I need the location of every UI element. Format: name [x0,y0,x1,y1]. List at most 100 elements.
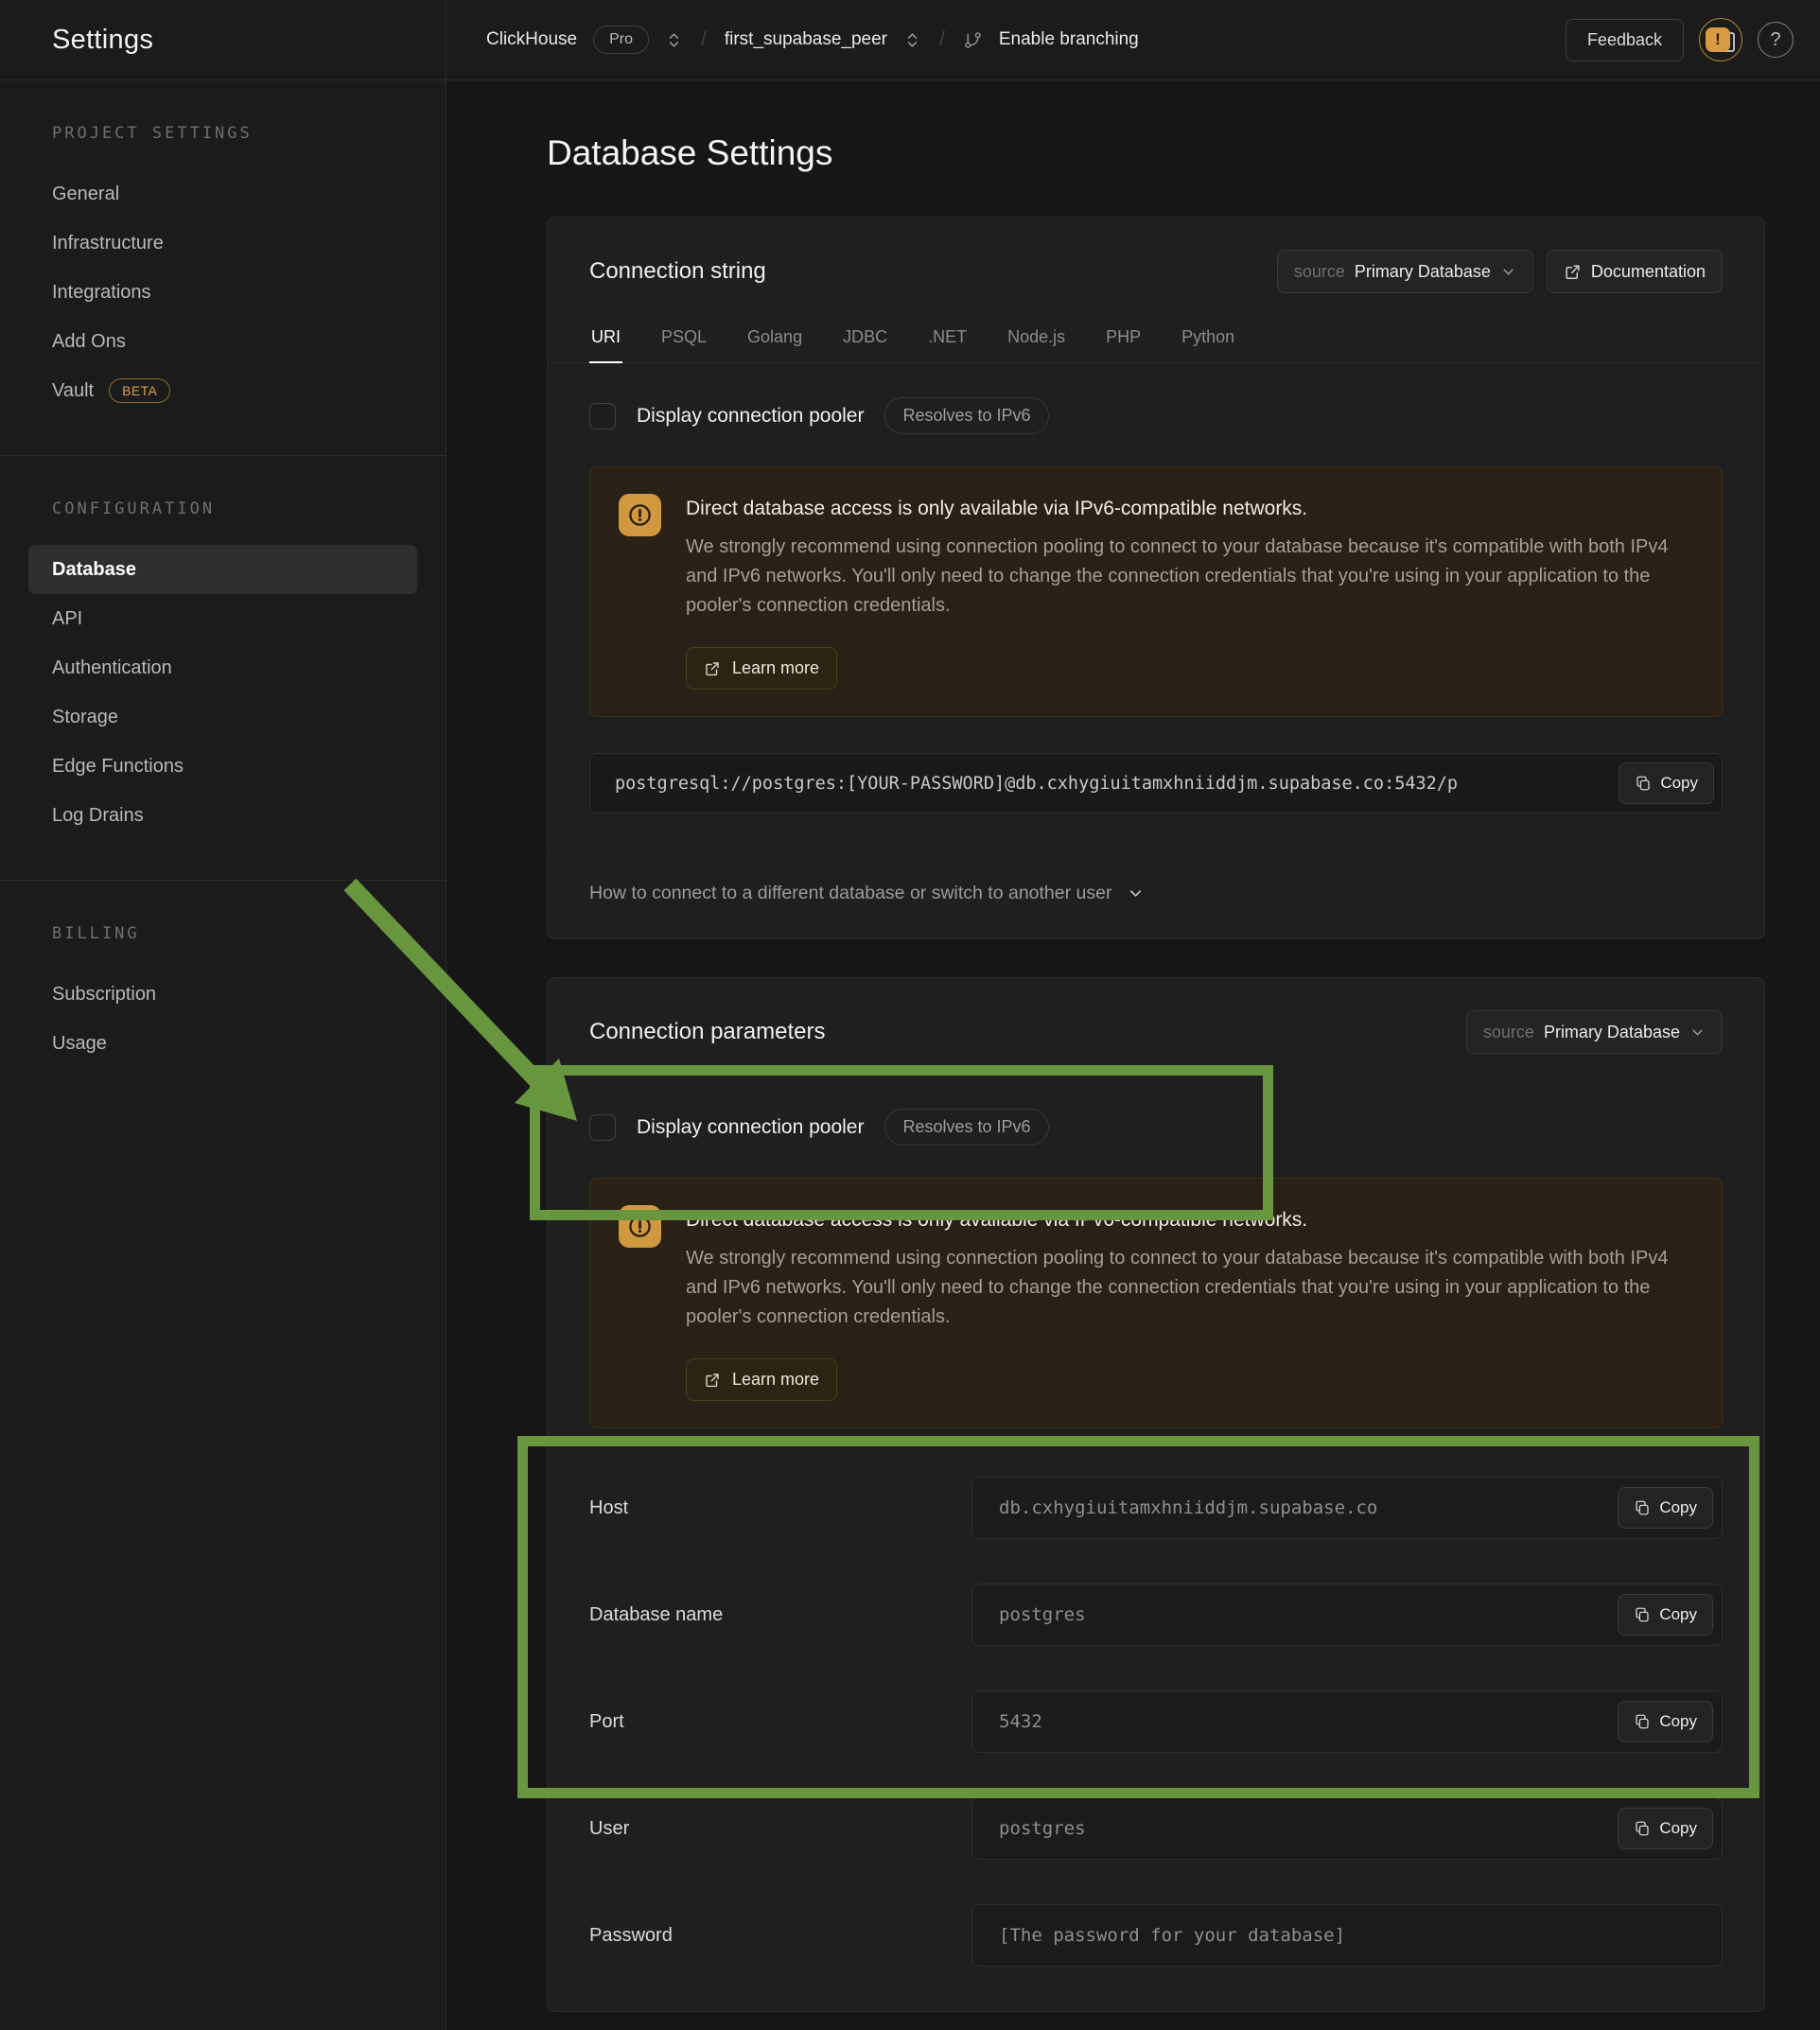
sidebar-item-log-drains[interactable]: Log Drains [28,791,417,840]
tab-node-js[interactable]: Node.js [1006,316,1067,362]
field-row-database-name: Database namepostgresCopy [589,1561,1723,1668]
connection-string-tabs: URI PSQL Golang JDBC .NET Node.js PHP Python [589,316,1723,362]
source-select-label: source [1294,262,1345,282]
breadcrumb-project[interactable]: first_supabase_peer [725,29,887,50]
copy-host-button[interactable]: Copy [1618,1487,1713,1529]
user-input[interactable]: postgresCopy [971,1797,1723,1860]
project-switcher-chevrons-icon[interactable] [903,31,921,49]
sidebar-item-storage[interactable]: Storage [28,692,417,742]
external-link-icon [704,660,721,677]
display-connection-pooler-checkbox[interactable] [589,403,616,429]
tab-python[interactable]: Python [1180,316,1236,362]
copy-label: Copy [1659,1819,1697,1838]
field-row-host: Hostdb.cxhygiuitamxhniiddjm.supabase.coC… [589,1455,1723,1561]
external-link-icon [704,1372,721,1389]
notifications-button[interactable]: ! [1699,18,1742,61]
copy-port-button[interactable]: Copy [1618,1701,1713,1742]
external-link-icon [1564,263,1582,281]
sidebar-section-title: BILLING [52,924,417,943]
org-switcher-chevrons-icon[interactable] [665,31,683,49]
field-value: 5432 [999,1711,1042,1732]
learn-more-button[interactable]: Learn more [686,647,837,690]
connection-string-value: postgresql://postgres:[YOUR-PASSWORD]@db… [615,774,1458,794]
port-input[interactable]: 5432 Copy [971,1690,1723,1753]
sidebar-item-label: Log Drains [52,805,144,827]
sidebar-section-project-settings: PROJECT SETTINGSGeneralInfrastructureInt… [0,80,446,455]
help-button[interactable]: ? [1758,22,1794,58]
chevron-down-icon [1689,1024,1706,1041]
connection-parameter-fields: Hostdb.cxhygiuitamxhniiddjm.supabase.coC… [589,1455,1723,2011]
source-select-label: source [1483,1023,1534,1042]
tab-jdbc[interactable]: JDBC [841,316,889,362]
sidebar: PROJECT SETTINGSGeneralInfrastructureInt… [0,80,446,2030]
sidebar-item-label: Authentication [52,657,172,679]
ipv6-warning-callout: Direct database access is only available… [589,1178,1723,1428]
password-input[interactable]: [The password for your database] [971,1904,1723,1967]
sidebar-item-label: Storage [52,707,118,728]
field-value: [The password for your database] [999,1925,1345,1946]
copy-connection-string-button[interactable]: Copy [1619,762,1714,804]
sidebar-item-label: General [52,184,119,205]
sidebar-item-api[interactable]: API [28,594,417,643]
copy-icon [1634,1820,1651,1837]
settings-header: Settings [0,0,446,79]
warning-badge-icon: ! [1706,27,1730,52]
sidebar-item-general[interactable]: General [28,169,417,219]
connect-help-expander[interactable]: How to connect to a different database o… [548,853,1764,938]
tab-php[interactable]: PHP [1104,316,1143,362]
connection-string-value-box[interactable]: postgresql://postgres:[YOUR-PASSWORD]@db… [589,753,1723,814]
resolves-to-ipv6-badge: Resolves to IPv6 [884,397,1048,434]
host-input[interactable]: db.cxhygiuitamxhniiddjm.supabase.co Copy [971,1477,1723,1539]
chevron-down-icon [1500,264,1516,280]
enable-branching-button[interactable]: Enable branching [999,29,1139,50]
sidebar-item-add-ons[interactable]: Add Ons [28,317,417,366]
database-name-input[interactable]: postgresCopy [971,1584,1723,1646]
display-connection-pooler-checkbox[interactable] [589,1114,616,1141]
copy-label: Copy [1660,774,1698,793]
resolves-to-ipv6-badge: Resolves to IPv6 [884,1109,1048,1146]
source-select-value: Primary Database [1544,1023,1680,1042]
sidebar-item-label: API [52,608,82,630]
breadcrumb-org[interactable]: ClickHouse [486,29,577,50]
app-title: Settings [52,25,153,56]
breadcrumb-separator: / [701,28,707,51]
sidebar-section-billing: BILLING Subscription Usage [0,880,446,1108]
tab-psql[interactable]: PSQL [659,316,709,362]
documentation-button[interactable]: Documentation [1547,250,1723,293]
tab-net[interactable]: .NET [926,316,969,362]
learn-more-label: Learn more [732,1370,819,1390]
main-content: Database Settings Connection string sour… [446,80,1820,2030]
copy-icon [1634,1713,1651,1730]
sidebar-item-label: Add Ons [52,331,126,353]
ipv6-warning-callout: Direct database access is only available… [589,466,1723,717]
sidebar-item-usage[interactable]: Usage [28,1019,417,1068]
display-connection-pooler-label: Display connection pooler [637,1116,864,1139]
page-title: Database Settings [547,133,1765,173]
field-label: Port [589,1711,971,1733]
source-select[interactable]: source Primary Database [1466,1010,1723,1054]
connection-parameters-card: Connection parameters source Primary Dat… [547,977,1765,2012]
feedback-button[interactable]: Feedback [1566,19,1684,61]
source-select[interactable]: source Primary Database [1277,250,1533,293]
copy-icon [1634,1606,1651,1623]
tab-uri[interactable]: URI [589,316,622,362]
sidebar-item-edge-functions[interactable]: Edge Functions [28,742,417,791]
connection-string-row: postgresql://postgres:[YOUR-PASSWORD]@db… [589,753,1723,814]
sidebar-item-database[interactable]: Database [28,545,417,594]
field-label: Database name [589,1604,971,1626]
sidebar-item-vault[interactable]: VaultBETA [28,366,417,415]
sidebar-item-integrations[interactable]: Integrations [28,268,417,317]
sidebar-item-subscription[interactable]: Subscription [28,970,417,1019]
sidebar-section-configuration: CONFIGURATIONDatabaseAPIAuthenticationSt… [0,455,446,880]
top-header: Settings ClickHouse Pro / first_supabase… [0,0,1820,80]
tab-golang[interactable]: Golang [745,316,804,362]
connection-parameters-title: Connection parameters [589,1019,825,1045]
copy-user-button[interactable]: Copy [1618,1808,1713,1849]
git-branch-icon [963,30,983,50]
sidebar-item-authentication[interactable]: Authentication [28,643,417,692]
copy-database-name-button[interactable]: Copy [1618,1594,1713,1636]
learn-more-button[interactable]: Learn more [686,1358,837,1401]
field-value: db.cxhygiuitamxhniiddjm.supabase.co [999,1497,1377,1518]
sidebar-item-label: Subscription [52,984,156,1006]
sidebar-item-infrastructure[interactable]: Infrastructure [28,219,417,268]
